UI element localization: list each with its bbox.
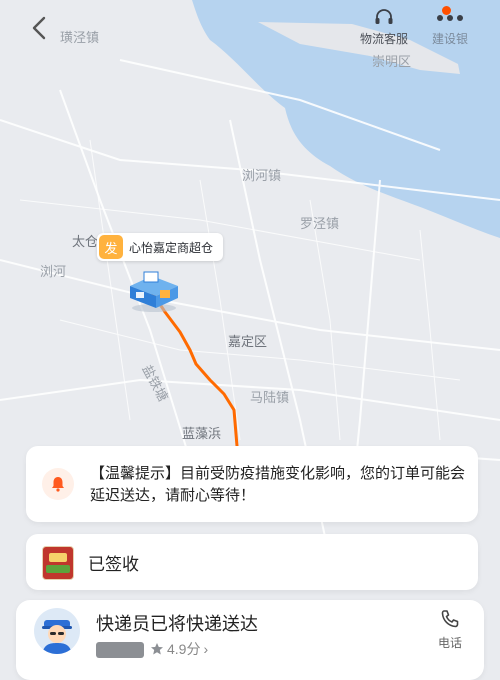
notice-text: 【温馨提示】目前受防疫措施变化影响，您的订单可能会延迟送达，请耐心等待！ — [90, 465, 466, 504]
map-label: 浏河镇 — [242, 168, 281, 183]
map-label: 罗泾镇 — [300, 216, 339, 231]
origin-name: 心怡嘉定商超仓 — [129, 240, 214, 255]
customer-service-label: 物流客服 — [359, 32, 408, 46]
map-label: 太仓 — [72, 234, 98, 249]
map-label: 嘉定区 — [228, 334, 267, 349]
courier-rating[interactable]: 4.9分 › — [150, 639, 208, 659]
more-menu-button[interactable]: 建设银 — [422, 8, 478, 47]
courier-avatar — [34, 608, 80, 654]
delivery-route — [150, 290, 239, 448]
bell-icon — [42, 468, 74, 500]
settings-label: 建设银 — [431, 32, 468, 46]
warehouse-icon — [130, 271, 178, 312]
phone-button[interactable]: 电话 — [430, 608, 470, 651]
notice-card: 【温馨提示】目前受防疫措施变化影响，您的订单可能会延迟送达，请耐心等待！ — [26, 446, 478, 522]
back-arrow-icon[interactable] — [26, 14, 54, 42]
phone-label: 电话 — [437, 636, 462, 650]
top-bar: 物流客服 建设银 — [0, 0, 500, 70]
origin-marker[interactable]: 发 心怡嘉定商超仓 — [97, 233, 224, 261]
headset-icon — [375, 9, 393, 24]
map-label: 蓝藻浜 — [182, 426, 221, 441]
map-label: 马陆镇 — [250, 390, 289, 405]
rating-value: 4.9分 — [167, 641, 201, 657]
status-label: 已签收 — [88, 555, 139, 574]
phone-icon — [441, 610, 459, 628]
delivery-status-card[interactable]: 已签收 — [26, 534, 478, 590]
notification-dot — [442, 6, 451, 15]
product-thumbnail — [42, 546, 74, 580]
map-label: 浏河 — [40, 264, 66, 279]
courier-card[interactable]: 快递员已将快递送达 4.9分 › 电话 — [16, 600, 484, 680]
courier-status-title: 快递员已将快递送达 — [96, 614, 258, 634]
chevron-right-icon: › — [203, 641, 209, 657]
customer-service-button[interactable]: 物流客服 — [354, 8, 414, 47]
origin-badge: 发 — [99, 235, 123, 259]
courier-name-redacted — [96, 642, 144, 658]
star-icon — [151, 643, 163, 655]
